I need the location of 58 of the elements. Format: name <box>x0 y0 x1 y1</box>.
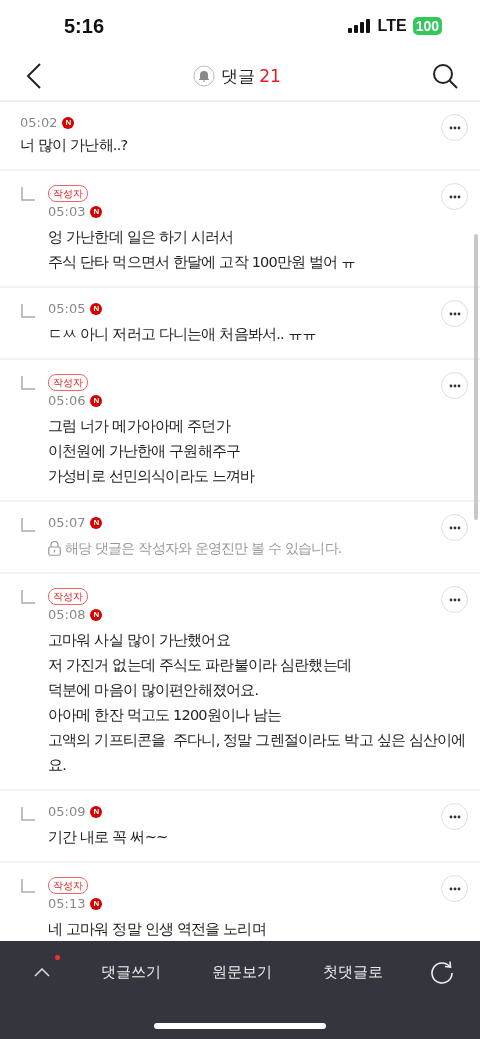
more-icon <box>448 125 461 130</box>
clock: 5:16 <box>64 14 105 38</box>
chevron-up-icon <box>34 967 50 977</box>
more-button[interactable] <box>441 514 468 541</box>
refresh-icon[interactable] <box>430 960 454 984</box>
comment-text: ㄷㅆ 아니 저러고 다니는애 처음봐서.. ㅠㅠ <box>48 325 317 344</box>
comment-text: 고마워 사실 많이 가난했어요 저 가진거 없는데 주식도 파란불이라 심란했는데 덕분에 마음이 많이편안해졌어요. 아아메 한잔 먹고도 1200원이나 남는 고액의 기프티콘을 주다니, 정말 그렌절이라도 박고 싶은 심산이에 요. <box>48 631 466 775</box>
comment-text: 그럼 너가 메가아아메 주던가 이천원에 가난한애 구원해주구 가성비로 선민의식이라도 느껴바 <box>48 417 255 486</box>
more-button[interactable] <box>441 803 468 830</box>
more-button[interactable] <box>441 372 468 399</box>
author-tag: 작성자 <box>48 588 88 605</box>
comment-text: 네 고마워 정말 인생 역전을 노리며 <box>48 920 266 939</box>
more-button[interactable] <box>441 114 468 141</box>
author-tag: 작성자 <box>48 374 88 391</box>
more-icon <box>448 194 461 199</box>
more-icon <box>448 597 461 602</box>
more-button[interactable] <box>441 875 468 902</box>
new-badge: N <box>90 897 103 910</box>
hidden-comment-notice: 해당 댓글은 작성자와 운영진만 볼 수 있습니다. <box>65 539 342 558</box>
comment-time: 05:09 <box>48 803 86 820</box>
comment-time: 05:08 <box>48 606 86 623</box>
new-badge: N <box>90 516 103 529</box>
comment-time: 05:05 <box>48 300 86 317</box>
new-badge: N <box>90 205 103 218</box>
more-button[interactable] <box>441 183 468 210</box>
action-button[interactable]: 첫댓글로 <box>319 958 387 986</box>
comment-time: 05:03 <box>48 203 86 220</box>
new-badge: N <box>90 805 103 818</box>
new-badge: N <box>90 608 103 621</box>
comment-time: 05:06 <box>48 392 86 409</box>
back-icon[interactable] <box>26 63 42 89</box>
page-title: 댓글 <box>221 64 256 88</box>
action-button[interactable]: 댓글쓰기 <box>97 958 165 986</box>
more-icon <box>448 814 461 819</box>
new-badge: N <box>90 394 103 407</box>
comment-time: 05:02 <box>20 114 58 131</box>
comment-count: 21 <box>259 66 281 86</box>
comment-time: 05:07 <box>48 514 86 531</box>
author-tag: 작성자 <box>48 877 88 894</box>
new-badge: N <box>62 116 75 129</box>
new-badge: N <box>90 302 103 315</box>
battery-indicator: 100 <box>412 17 442 35</box>
search-icon[interactable] <box>432 63 458 89</box>
action-button[interactable]: 원문보기 <box>208 958 276 986</box>
more-icon <box>448 383 461 388</box>
author-tag: 작성자 <box>48 185 88 202</box>
signal-icon <box>347 19 372 33</box>
comment-text: 너 많이 가난해..? <box>20 136 128 155</box>
comment-time: 05:13 <box>48 895 86 912</box>
bell-icon[interactable] <box>193 65 216 87</box>
comment-text: 기간 내로 꼭 써~~ <box>48 828 168 847</box>
more-button[interactable] <box>441 586 468 613</box>
more-button[interactable] <box>441 300 468 327</box>
network-label: LTE <box>377 17 407 35</box>
more-icon <box>448 525 461 530</box>
more-icon <box>448 886 461 891</box>
more-icon <box>448 311 461 316</box>
comment-text: 엉 가난한데 일은 하기 시러서 주식 단타 먹으면서 한달에 고작 100만원 벌어 ㅠ <box>48 228 356 272</box>
